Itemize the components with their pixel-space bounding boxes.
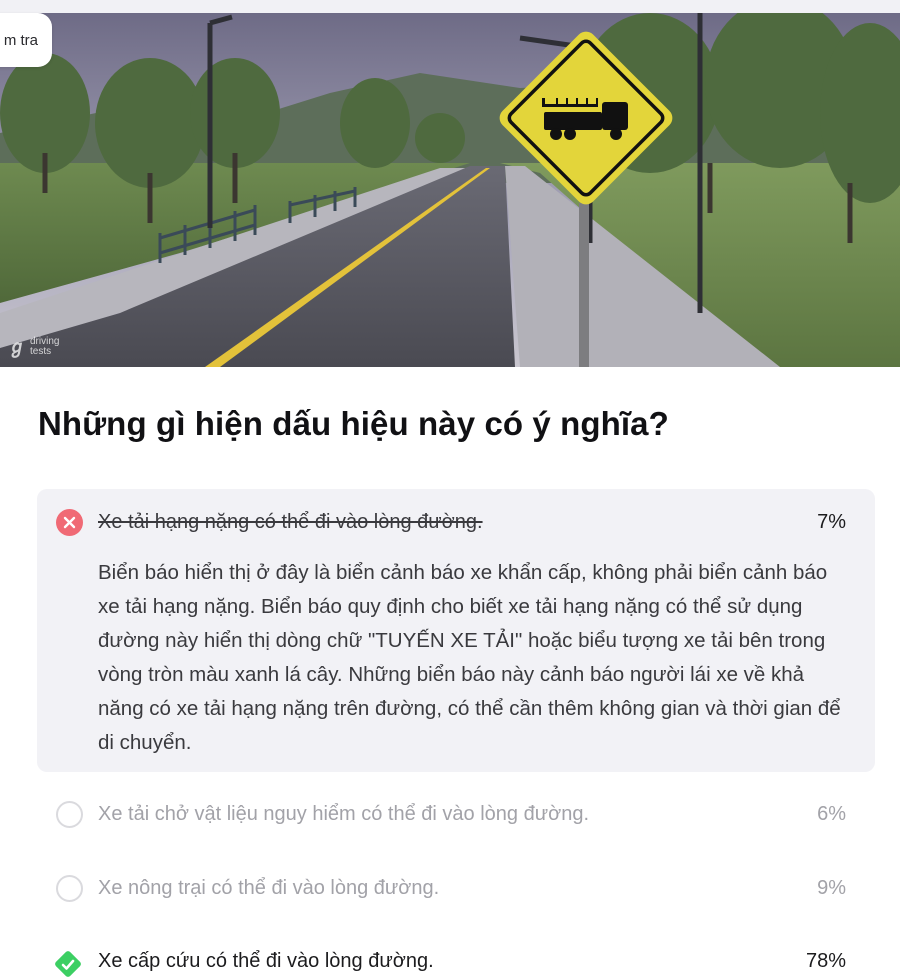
answer-option-4[interactable]: Xe cấp cứu có thể đi vào lòng đường. 78% <box>0 947 900 980</box>
answer-option-3[interactable]: Xe nông trại có thể đi vào lòng đường. 9… <box>0 874 900 914</box>
check-tab[interactable]: m tra <box>0 13 52 67</box>
answer-text: Xe cấp cứu có thể đi vào lòng đường. <box>98 950 434 972</box>
answer-percent: 9% <box>817 877 846 899</box>
watermark-logo: ℊ driving tests <box>8 337 59 357</box>
answer-explanation: Biển báo hiển thị ở đây là biển cảnh báo… <box>98 561 841 754</box>
radio-empty-icon <box>56 875 83 902</box>
answer-text: Xe tải hạng nặng có thể đi vào lòng đườn… <box>98 511 483 533</box>
radio-empty-icon <box>56 801 83 828</box>
answer-percent: 7% <box>817 511 846 533</box>
answer-text: Xe tải chở vật liệu nguy hiểm có thể đi … <box>98 803 590 825</box>
top-strip <box>0 0 900 13</box>
answer-percent: 78% <box>805 950 846 972</box>
x-circle-icon <box>56 509 83 536</box>
logo-icon: ℊ <box>8 337 26 357</box>
watermark-line2: tests <box>30 346 52 357</box>
question-title: Những gì hiện dấu hiệu này có ý nghĩa? <box>38 405 669 442</box>
answer-text: Xe nông trại có thể đi vào lòng đường. <box>98 877 440 899</box>
answer-option-2[interactable]: Xe tải chở vật liệu nguy hiểm có thể đi … <box>0 800 900 840</box>
question-image <box>0 13 900 367</box>
answer-option-1[interactable]: Xe tải hạng nặng có thể đi vào lòng đườn… <box>0 508 900 548</box>
check-tab-label: m tra <box>3 31 38 49</box>
check-diamond-icon <box>51 947 85 980</box>
answer-percent: 6% <box>817 803 846 825</box>
